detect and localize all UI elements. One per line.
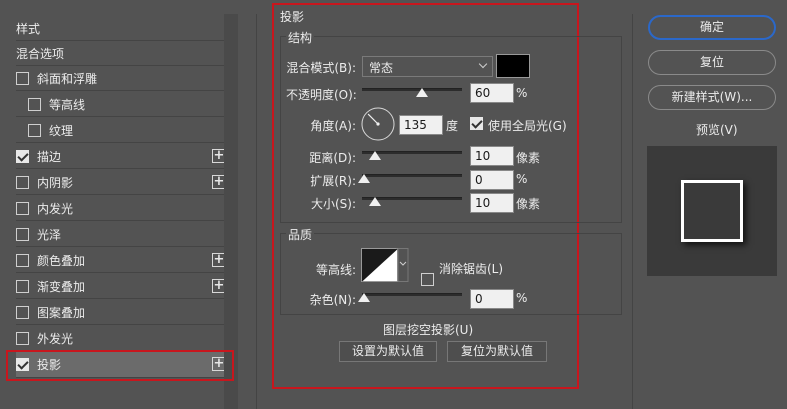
contour-label: 等高线:	[315, 263, 356, 277]
style-item-label: 斜面和浮雕	[37, 71, 98, 86]
angle-input[interactable]	[399, 115, 443, 135]
style-item-label: 等高线	[49, 97, 86, 112]
new-style-button[interactable]: 新建样式(W)...	[648, 85, 776, 110]
style-preview	[647, 146, 777, 276]
opacity-unit: %	[516, 86, 528, 100]
set-default-button[interactable]: 设置为默认值	[339, 341, 437, 362]
size-unit: 像素	[516, 197, 541, 211]
blend-options-item[interactable]: 混合选项	[16, 41, 232, 66]
drop-shadow-title: 投影	[278, 8, 307, 25]
style-item-checkbox[interactable]	[28, 97, 41, 111]
noise-slider-thumb[interactable]	[358, 293, 370, 302]
size-slider-thumb[interactable]	[369, 197, 381, 206]
knockout-label: 图层挖空投影(U)	[383, 323, 474, 337]
preview-square	[681, 180, 743, 242]
style-item-checkbox[interactable]	[16, 253, 29, 267]
spread-slider-track[interactable]	[362, 174, 462, 177]
style-item[interactable]: 颜色叠加 +	[16, 248, 232, 273]
global-light-label: 使用全局光(G)	[488, 119, 567, 133]
style-item-label: 纹理	[49, 123, 74, 138]
size-input[interactable]	[470, 193, 514, 213]
style-item-checkbox[interactable]	[16, 279, 29, 293]
style-item-checkbox[interactable]	[16, 331, 29, 345]
style-item-checkbox[interactable]	[16, 175, 29, 189]
style-item-checkbox[interactable]	[16, 227, 29, 241]
opacity-slider-thumb[interactable]	[416, 88, 428, 97]
style-item-checkbox[interactable]	[16, 149, 29, 163]
distance-input[interactable]	[470, 146, 514, 166]
styles-header[interactable]: 样式	[16, 16, 232, 41]
distance-slider-thumb[interactable]	[369, 151, 381, 160]
opacity-label: 不透明度(O):	[286, 88, 357, 102]
style-item[interactable]: 斜面和浮雕	[16, 66, 232, 91]
noise-label: 杂色(N):	[309, 293, 356, 307]
spread-slider-thumb[interactable]	[358, 174, 370, 183]
style-item-checkbox[interactable]	[16, 305, 29, 319]
noise-input[interactable]	[470, 289, 514, 309]
style-item[interactable]: 内发光	[16, 196, 232, 221]
distance-label: 距离(D):	[309, 151, 356, 165]
distance-unit: 像素	[516, 151, 541, 165]
style-item-label: 渐变叠加	[37, 279, 86, 294]
chevron-down-icon	[478, 59, 488, 69]
style-item[interactable]: 光泽	[16, 222, 232, 247]
blend-mode-label: 混合模式(B):	[286, 61, 356, 75]
global-light-checkbox[interactable]	[470, 117, 483, 130]
angle-label: 角度(A):	[310, 119, 356, 133]
blend-mode-value: 常态	[369, 61, 394, 75]
style-item-label: 外发光	[37, 331, 74, 346]
style-item-label: 图案叠加	[37, 305, 86, 320]
size-label: 大小(S):	[310, 197, 356, 211]
style-item-label: 描边	[37, 149, 62, 164]
spread-input[interactable]	[470, 170, 514, 190]
angle-unit: 度	[446, 119, 459, 133]
style-item-label: 内阴影	[37, 175, 74, 190]
style-item-label: 光泽	[37, 227, 62, 242]
style-item-checkbox[interactable]	[16, 71, 29, 85]
contour-picker[interactable]	[361, 248, 409, 282]
noise-unit: %	[516, 291, 528, 305]
spread-label: 扩展(R):	[310, 174, 356, 188]
blend-mode-select[interactable]: 常态	[362, 56, 493, 77]
anti-alias-label: 消除锯齿(L)	[439, 262, 504, 276]
ok-button[interactable]: 确定	[648, 15, 776, 40]
quality-title: 品质	[286, 226, 315, 243]
style-item-label: 内发光	[37, 201, 74, 216]
style-item-checkbox[interactable]	[16, 201, 29, 215]
style-item[interactable]: 外发光	[16, 326, 232, 351]
reset-button[interactable]: 复位	[648, 50, 776, 75]
blend-options-label: 混合选项	[16, 46, 65, 61]
highlight-drop-shadow-item	[6, 350, 234, 381]
preview-label: 预览(V)	[696, 123, 738, 137]
style-item[interactable]: 渐变叠加 +	[16, 274, 232, 299]
style-item[interactable]: 等高线	[16, 92, 232, 117]
shadow-color-swatch[interactable]	[496, 54, 530, 78]
styles-header-label: 样式	[16, 21, 41, 36]
style-item[interactable]: 内阴影 +	[16, 170, 232, 195]
style-item-checkbox[interactable]	[28, 123, 41, 137]
style-item[interactable]: 纹理	[16, 118, 232, 143]
noise-slider-track[interactable]	[362, 293, 462, 296]
style-item[interactable]: 描边 +	[16, 144, 232, 169]
opacity-slider-track[interactable]	[362, 88, 462, 91]
style-item[interactable]: 图案叠加	[16, 300, 232, 325]
structure-title: 结构	[286, 29, 315, 46]
spread-unit: %	[516, 172, 528, 186]
anti-alias-checkbox[interactable]	[421, 273, 434, 286]
style-item-label: 颜色叠加	[37, 253, 86, 268]
reset-default-button[interactable]: 复位为默认值	[447, 341, 547, 362]
opacity-input[interactable]	[470, 83, 514, 103]
angle-dial-icon[interactable]	[361, 107, 395, 141]
